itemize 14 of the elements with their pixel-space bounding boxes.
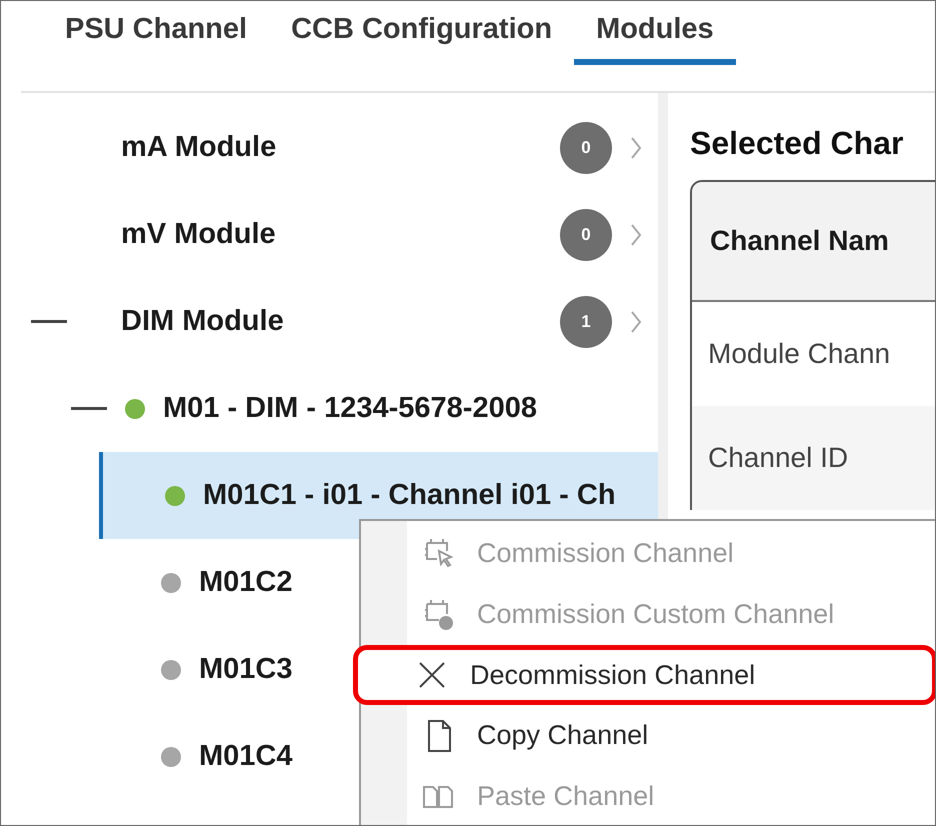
count-badge: 0 xyxy=(560,122,612,174)
count-badge: 0 xyxy=(560,208,612,260)
table-cell: Channel ID xyxy=(692,406,935,510)
tree-item-label: M01 - DIM - 1234-5678-2008 xyxy=(163,392,537,425)
tree-item-label: M01C2 xyxy=(199,566,292,599)
column-header: Channel Nam xyxy=(692,182,935,302)
tree-item-label: M01C1 - i01 - Channel i01 - Ch xyxy=(203,479,616,512)
tree-item-label: mA Module xyxy=(121,131,276,164)
tree-item-label: mV Module xyxy=(121,218,276,251)
count-badge: 1 xyxy=(560,296,612,348)
tree-item-label: M01C3 xyxy=(199,653,292,686)
panel-heading: Selected Char xyxy=(690,125,904,162)
tree-item-label: M01C4 xyxy=(199,740,292,773)
tree-item-label: DIM Module xyxy=(121,305,284,338)
